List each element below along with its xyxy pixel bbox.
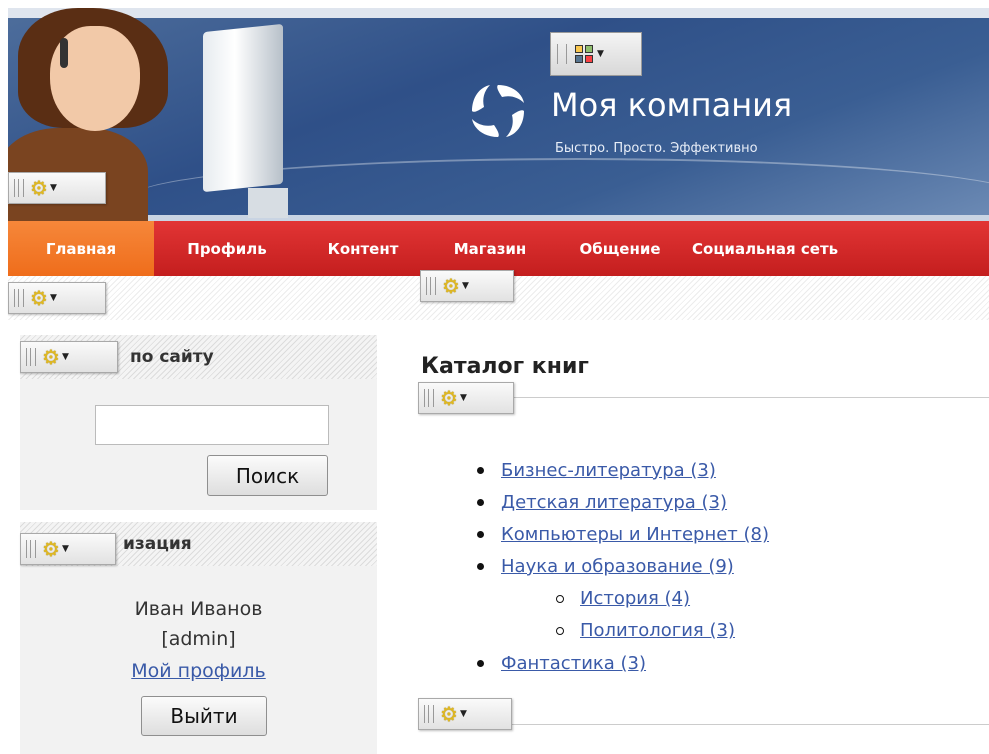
- catalog-item-history[interactable]: История (4): [580, 588, 690, 609]
- catalog-gear-widget[interactable]: ⚙ ▼: [418, 382, 514, 414]
- bullet-icon: [477, 499, 484, 506]
- search-block-title: по сайту: [130, 347, 214, 367]
- brand-slogan: Быстро. Просто. Эффективно: [555, 141, 758, 156]
- drag-handle-icon[interactable]: [426, 277, 436, 295]
- logout-button[interactable]: Выйти: [141, 696, 267, 736]
- catalog-link[interactable]: Наука и образование (9): [501, 556, 734, 577]
- my-profile-link[interactable]: Мой профиль: [20, 660, 377, 682]
- gear-icon[interactable]: ⚙: [42, 539, 60, 559]
- user-name: Иван Иванов: [134, 598, 263, 620]
- catalog-item-fantasy[interactable]: Фантастика (3): [501, 653, 646, 674]
- chevron-down-icon[interactable]: ▼: [62, 352, 69, 362]
- gear-icon[interactable]: ⚙: [440, 388, 458, 408]
- nav-item-community[interactable]: Общение: [554, 221, 686, 276]
- chevron-down-icon[interactable]: ▼: [460, 393, 467, 403]
- page-title: Каталог книг: [421, 354, 589, 379]
- header-monitor-image: [203, 23, 283, 193]
- catalog-item-children[interactable]: Детская литература (3): [501, 492, 727, 513]
- chevron-down-icon[interactable]: ▼: [62, 544, 69, 554]
- auth-block-title: изация: [123, 534, 192, 554]
- catalog-item-science[interactable]: Наука и образование (9): [501, 556, 734, 577]
- search-input[interactable]: [95, 405, 329, 445]
- template-settings-widget[interactable]: ▼: [550, 32, 642, 76]
- catalog-item-politics[interactable]: Политология (3): [580, 620, 735, 641]
- search-button[interactable]: Поиск: [207, 455, 328, 496]
- catalog-link[interactable]: История (4): [580, 588, 690, 609]
- nav-item-social-network[interactable]: Социальная сеть: [686, 221, 890, 276]
- bullet-icon: [477, 563, 484, 570]
- gear-icon[interactable]: ⚙: [42, 347, 60, 367]
- nav-item-profile[interactable]: Профиль: [154, 221, 300, 276]
- content-gear-widget[interactable]: ⚙ ▼: [420, 270, 514, 302]
- catalog-item-business[interactable]: Бизнес-литература (3): [501, 460, 716, 481]
- drag-handle-icon[interactable]: [26, 348, 36, 366]
- header-monitor-stand: [248, 188, 288, 218]
- nav-item-shop[interactable]: Магазин: [426, 221, 554, 276]
- drag-handle-icon[interactable]: [26, 540, 36, 558]
- bottom-gear-widget[interactable]: ⚙ ▼: [418, 698, 512, 730]
- catalog-link[interactable]: Фантастика (3): [501, 653, 646, 674]
- catalog-link[interactable]: Бизнес-литература (3): [501, 460, 716, 481]
- chevron-down-icon[interactable]: ▼: [460, 709, 467, 719]
- auth-block-gear-widget[interactable]: ⚙ ▼: [20, 533, 116, 565]
- main-nav: Главная Профиль Контент Магазин Общение …: [8, 221, 989, 276]
- grid-icon[interactable]: [575, 45, 593, 63]
- chevron-down-icon[interactable]: ▼: [50, 293, 57, 303]
- nav-item-content[interactable]: Контент: [300, 221, 426, 276]
- site-header: Моя компания Быстро. Просто. Эффективно: [8, 8, 989, 221]
- chevron-down-icon[interactable]: ▼: [50, 183, 57, 193]
- bullet-icon: [477, 660, 484, 667]
- bullet-icon: [477, 467, 484, 474]
- user-login: [admin]: [161, 628, 236, 650]
- catalog-link[interactable]: Детская литература (3): [501, 492, 727, 513]
- chevron-down-icon[interactable]: ▼: [597, 49, 604, 59]
- bullet-icon: [477, 531, 484, 538]
- drag-handle-icon[interactable]: [424, 705, 434, 723]
- nav-item-home[interactable]: Главная: [8, 221, 154, 276]
- sub-bullet-icon: [556, 595, 564, 603]
- brand-title[interactable]: Моя компания: [551, 86, 792, 124]
- chevron-down-icon[interactable]: ▼: [462, 281, 469, 291]
- drag-handle-icon[interactable]: [14, 179, 24, 197]
- gear-icon[interactable]: ⚙: [440, 704, 458, 724]
- catalog-link[interactable]: Политология (3): [580, 620, 735, 641]
- gear-icon[interactable]: ⚙: [442, 276, 460, 296]
- drag-handle-icon[interactable]: [424, 389, 434, 407]
- catalog-item-computers[interactable]: Компьютеры и Интернет (8): [501, 524, 769, 545]
- drag-handle-icon[interactable]: [557, 44, 567, 64]
- search-block-gear-widget[interactable]: ⚙ ▼: [20, 341, 118, 373]
- company-logo-icon: [472, 85, 524, 137]
- sub-bullet-icon: [556, 627, 564, 635]
- drag-handle-icon[interactable]: [14, 289, 24, 307]
- gear-icon[interactable]: ⚙: [30, 178, 48, 198]
- header-gear-widget[interactable]: ⚙ ▼: [8, 172, 106, 204]
- gear-icon[interactable]: ⚙: [30, 288, 48, 308]
- catalog-link[interactable]: Компьютеры и Интернет (8): [501, 524, 769, 545]
- sidebar-gear-widget[interactable]: ⚙ ▼: [8, 282, 106, 314]
